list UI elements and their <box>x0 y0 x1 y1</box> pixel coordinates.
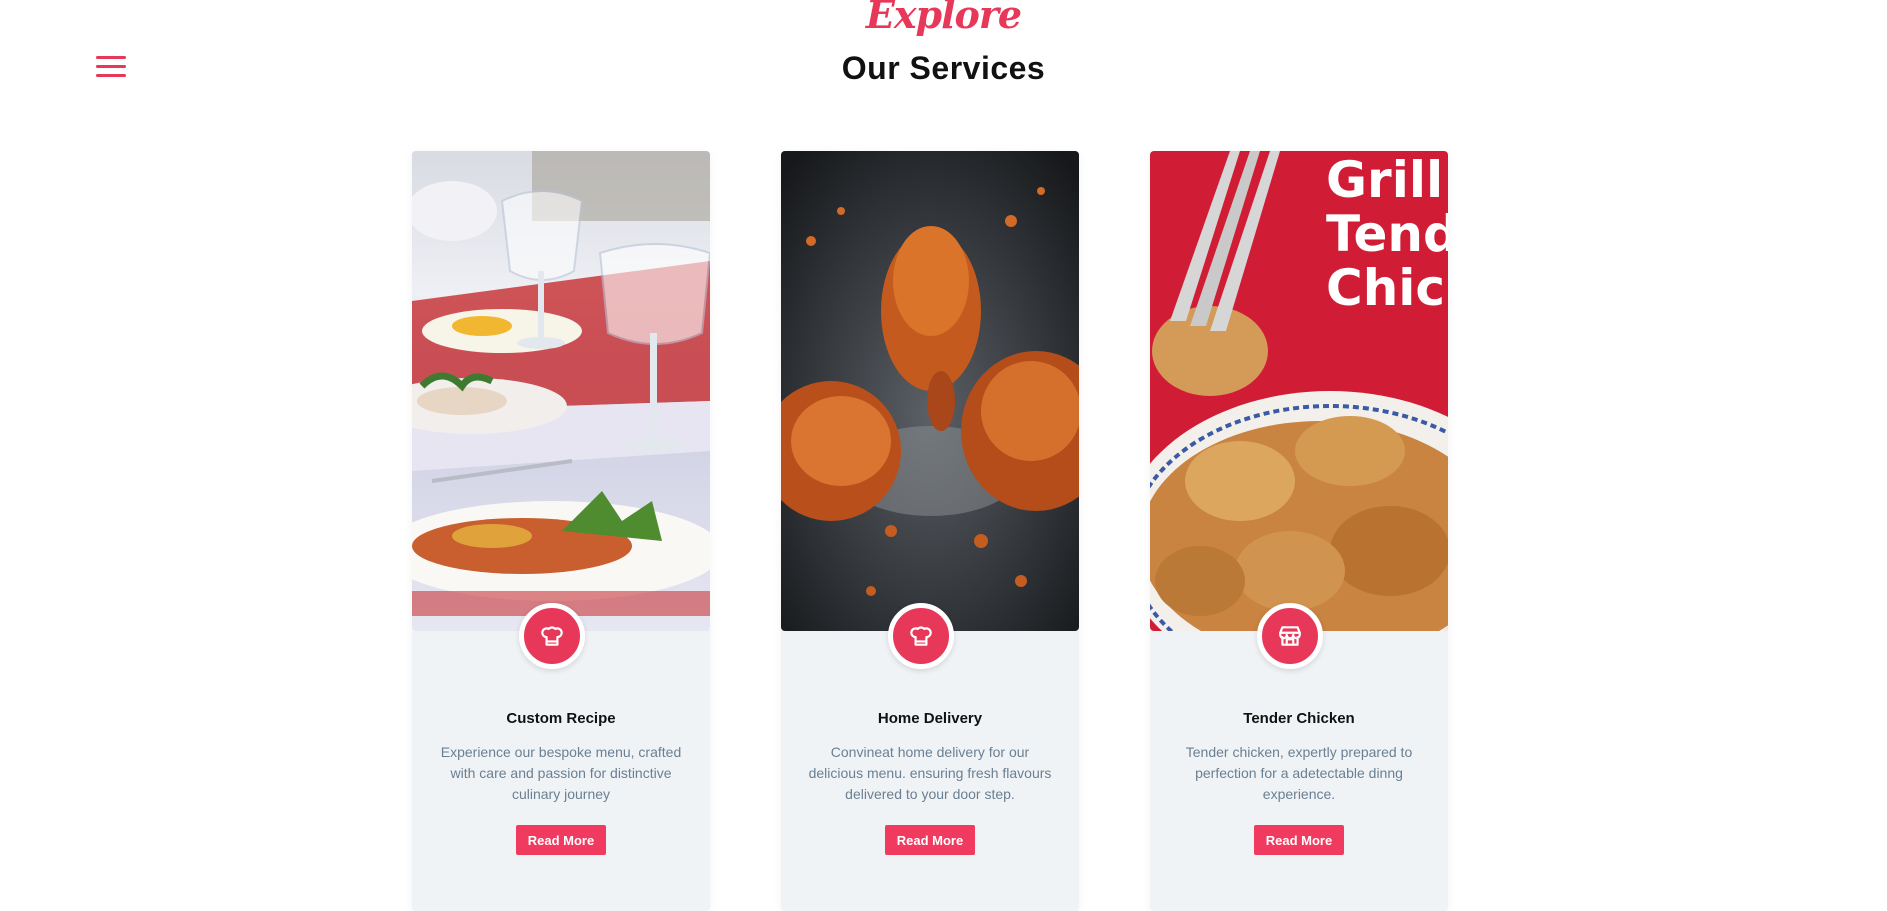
storefront-icon <box>1257 603 1323 669</box>
card-title: Tender Chicken <box>1243 710 1355 727</box>
read-more-button[interactable]: Read More <box>885 825 975 855</box>
restaurant-table-image <box>412 151 710 631</box>
service-card-tender-chicken: Grill Tend Chic Tender Chicken Tender ch… <box>1150 151 1448 911</box>
read-more-button[interactable]: Read More <box>516 825 606 855</box>
read-more-button[interactable]: Read More <box>1254 825 1344 855</box>
card-description: Experience our bespoke menu, crafted wit… <box>440 744 682 802</box>
card-title: Home Delivery <box>877 710 983 727</box>
service-card-home-delivery: Home Delivery Convineat home delivery fo… <box>781 151 1079 911</box>
chef-hat-icon <box>519 603 585 669</box>
card-title: Custom Recipe <box>506 710 616 727</box>
chef-hat-icon <box>888 603 954 669</box>
image-overlay-text: Grill Tend Chic <box>1326 151 1448 317</box>
section-eyebrow: Explore <box>865 0 1022 37</box>
fried-chicken-image <box>781 151 1079 631</box>
card-description: Convineat home delivery for our deliciou… <box>808 744 1052 802</box>
page-title: Our Services <box>841 50 1046 86</box>
grilled-chicken-image: Grill Tend Chic <box>1150 151 1448 631</box>
service-card-custom-recipe: Custom Recipe Experience our bespoke men… <box>412 151 710 911</box>
card-description: Tender chicken, expertly prepared to per… <box>1185 744 1413 802</box>
